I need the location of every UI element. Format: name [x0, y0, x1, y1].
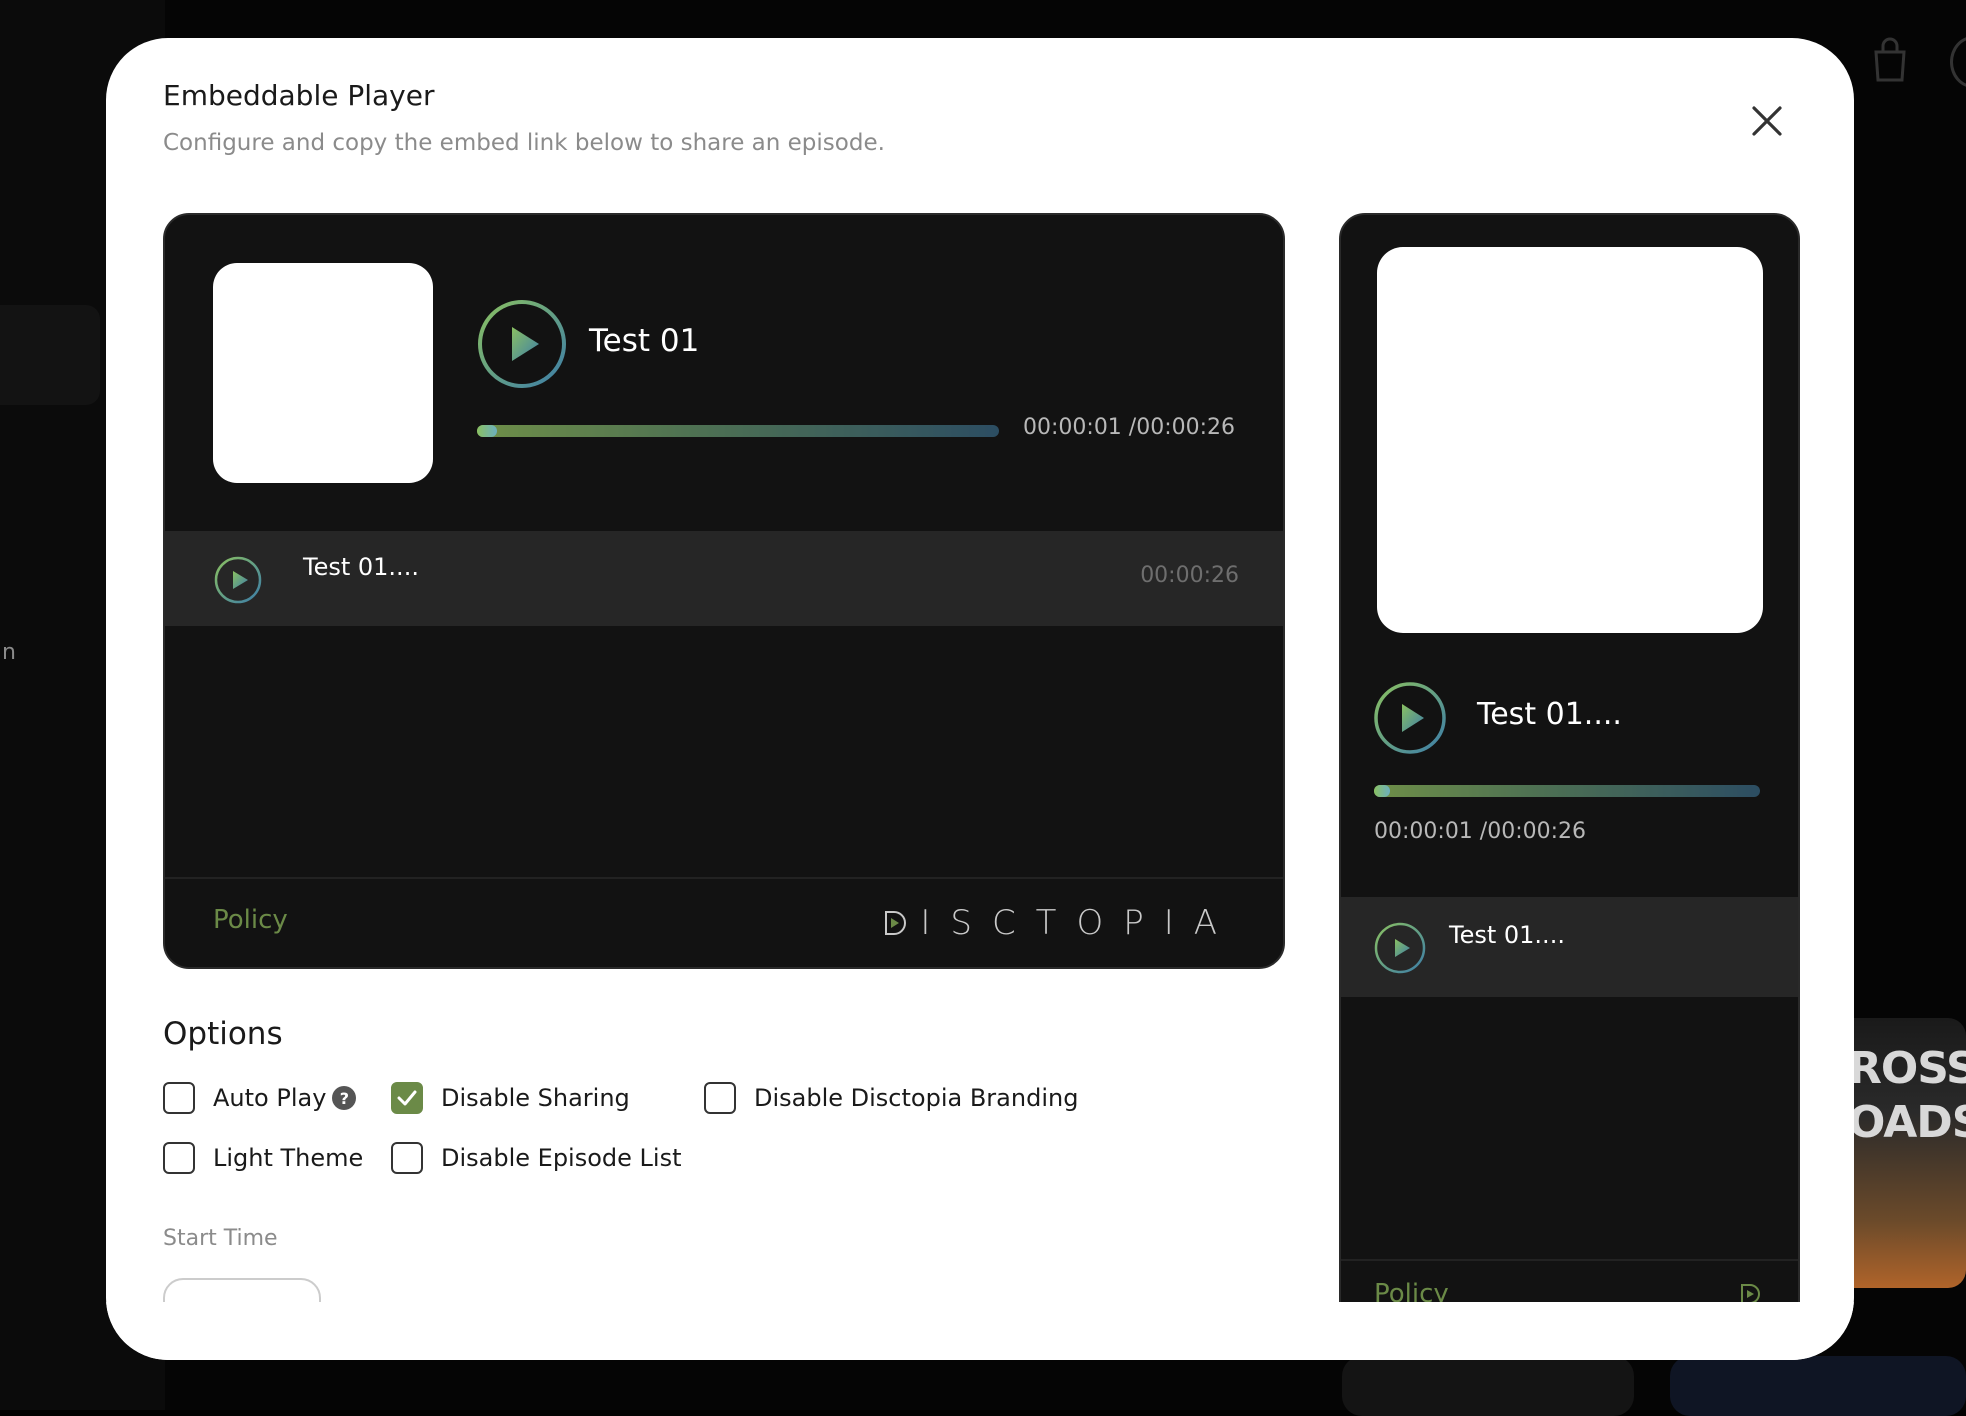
option-label: Auto Play — [213, 1084, 327, 1112]
policy-link[interactable]: Policy — [213, 905, 288, 935]
modal-subtitle: Configure and copy the embed link below … — [163, 130, 885, 156]
check-icon — [397, 1090, 417, 1106]
divider — [1341, 1259, 1798, 1261]
play-icon[interactable] — [213, 555, 263, 605]
brand-text: ISCTOPIA — [920, 903, 1237, 943]
background-block — [0, 305, 100, 405]
episode-artwork — [213, 263, 433, 483]
progress-fill — [477, 425, 497, 437]
option-auto-play[interactable]: Auto Play ? — [163, 1082, 357, 1114]
modal-title: Embeddable Player — [163, 79, 435, 112]
checkbox[interactable] — [704, 1082, 736, 1114]
episode-list-item[interactable]: Test 01.... — [1341, 897, 1798, 997]
time-readout: 00:00:01 /00:00:26 — [1023, 415, 1236, 440]
background-card — [1342, 1356, 1634, 1416]
list-item-title: Test 01.... — [303, 553, 419, 581]
episode-list-item[interactable]: Test 01.... 00:00:26 — [165, 531, 1283, 626]
option-label: Disable Sharing — [441, 1084, 630, 1112]
disctopia-logo: ISCTOPIA — [884, 903, 1237, 943]
help-icon[interactable]: ? — [332, 1086, 357, 1110]
checkbox-checked[interactable] — [391, 1082, 423, 1114]
option-light-theme[interactable]: Light Theme — [163, 1142, 363, 1174]
episode-artwork — [1377, 247, 1763, 633]
checkbox[interactable] — [163, 1082, 195, 1114]
episode-title: Test 01.... — [1477, 697, 1622, 732]
progress-fill — [1374, 785, 1390, 797]
options-title: Options — [163, 1016, 283, 1052]
close-icon[interactable] — [1746, 100, 1788, 142]
player-preview-large: Test 01 00:00:01 /00:00:26 Test 01.... 0… — [163, 213, 1285, 969]
time-readout: 00:00:01 /00:00:26 — [1374, 819, 1587, 844]
start-time-label: Start Time — [163, 1226, 278, 1251]
checkbox[interactable] — [391, 1142, 423, 1174]
option-disable-sharing[interactable]: Disable Sharing — [391, 1082, 630, 1114]
progress-bar[interactable] — [477, 425, 999, 437]
disctopia-logo-icon — [885, 911, 907, 935]
progress-bar[interactable] — [1374, 785, 1760, 797]
play-icon[interactable] — [477, 299, 567, 389]
bag-icon — [1874, 37, 1906, 82]
play-icon[interactable] — [1373, 921, 1427, 975]
checkbox[interactable] — [163, 1142, 195, 1174]
option-disable-episode-list[interactable]: Disable Episode List — [391, 1142, 682, 1174]
episode-title: Test 01 — [589, 323, 700, 359]
poster-text: ROSS OADS — [1848, 1043, 1966, 1148]
list-item-title: Test 01.... — [1449, 921, 1565, 949]
list-item-duration: 00:00:26 — [1140, 563, 1239, 588]
divider — [165, 877, 1283, 879]
option-label: Disable Episode List — [441, 1144, 682, 1172]
option-label: Light Theme — [213, 1144, 364, 1172]
play-icon[interactable] — [1373, 681, 1447, 755]
modal-bottom — [106, 1302, 1854, 1360]
option-disable-branding[interactable]: Disable Disctopia Branding — [704, 1082, 1078, 1114]
embed-player-modal: Embeddable Player Configure and copy the… — [106, 38, 1854, 1360]
background-text: n — [2, 640, 16, 665]
player-preview-small: Test 01.... 00:00:01 /00:00:26 Test 01..… — [1339, 213, 1800, 1313]
background-card — [1670, 1356, 1966, 1416]
option-label: Disable Disctopia Branding — [754, 1084, 1079, 1112]
